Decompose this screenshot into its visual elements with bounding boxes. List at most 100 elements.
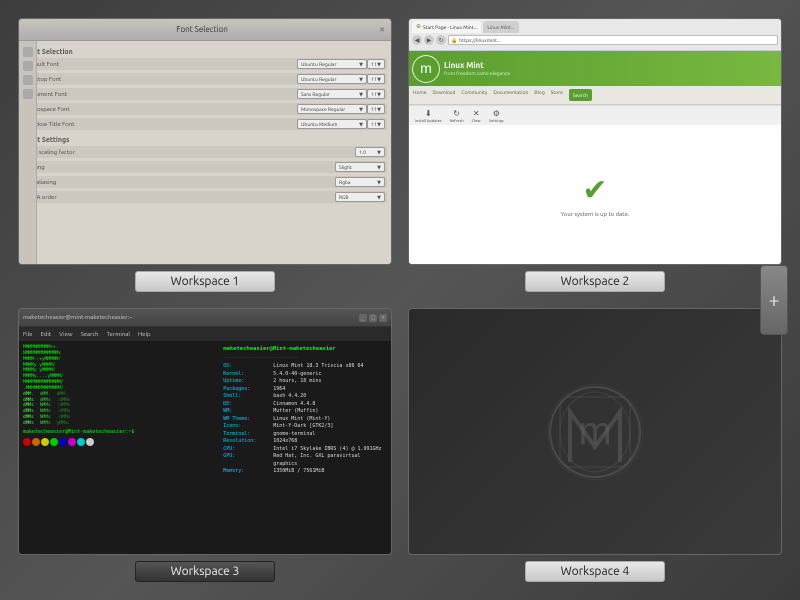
ws2-nav-docs: Documentation [493, 89, 528, 101]
add-workspace-button[interactable]: + [760, 265, 788, 335]
ws2-search-btn: Search [569, 89, 592, 101]
ws1-label-desktop: Desktop Font [25, 76, 297, 83]
ws1-dropdown-rgba: RGB ▼ [335, 192, 385, 202]
ws2-browser-bar: ⊕ Start Page - Linux Mint... Linux Mint.… [409, 19, 781, 51]
ws1-content: Font Selection Default Font Ubuntu Regul… [19, 41, 391, 264]
ws3-info-cpu: CPU: Intel i7 Skylake IBRS (4) @ 1.991GH… [223, 446, 387, 454]
color-dot-cyan [77, 438, 85, 446]
ws1-row-monospace: Monospace Font Monospace Regular ▼ 11 ▼ [23, 103, 387, 115]
ws3-info-os: OS: Linux Mint 18.3 Triscia x86 64 [223, 363, 387, 371]
ws2-update-text: Your system is up to date. [561, 211, 630, 218]
ws1-row-default: Default Font Ubuntu Regular ▼ 11 ▼ [23, 58, 387, 70]
workspace-2-label: Workspace 2 [525, 271, 665, 292]
ws2-mint-header: m Linux Mint from freedom came elegance [409, 51, 781, 86]
ws1-title: Font Selection [25, 25, 379, 34]
ws1-size-desktop: 11 ▼ [367, 74, 385, 84]
ws2-tabs: ⊕ Start Page - Linux Mint... Linux Mint.… [412, 21, 778, 33]
ws3-titlebar: maketecheasier@mint-maketecheasier:~ _ □… [19, 309, 391, 327]
ws3-info-kernel: Kernel: 5.4.0-40-generic [223, 371, 387, 379]
ws1-nav-icon-4 [23, 89, 33, 99]
svg-text:m: m [420, 60, 432, 76]
ws1-label-monospace: Monospace Font [25, 106, 297, 113]
workspace-3-preview: maketecheasier@mint-maketecheasier:~ _ □… [18, 308, 392, 555]
ws2-nav-home: Home [413, 89, 427, 101]
ws1-dropdown-hinting: Slight ▼ [335, 162, 385, 172]
ws3-terminal-body: MMMMMMMMMMs+. NMMMMMMMMMMMMs MMMM-:+yMMM… [19, 341, 391, 554]
ws1-dropdown-default: Ubuntu Regular ▼ [297, 59, 367, 69]
color-dot-white [86, 438, 94, 446]
workspace-3-label: Workspace 3 [135, 561, 275, 582]
ws3-menu-file: File [23, 331, 33, 338]
ws1-section-font-selection: Font Selection [25, 48, 387, 56]
ws2-toolbar-refresh: ↻ Refresh [450, 109, 464, 123]
desktop: Font Selection ✕ Font Selection Default … [0, 0, 800, 600]
ws1-row-desktop: Desktop Font Ubuntu Regular ▼ 11 ▼ [23, 73, 387, 85]
ws3-menu-view: View [59, 331, 72, 338]
ws1-size-window: 11 ▼ [367, 119, 385, 129]
ws1-nav-icon-2 [23, 61, 33, 71]
ws3-info-theme: WM Theme: Linux Mint (Mint-Y) [223, 416, 387, 424]
ws2-checkmark-icon: ✔ [582, 172, 607, 208]
ws2-nav-links: Home Download Community Documentation Bl… [409, 86, 781, 105]
ws2-nav-community: Community [461, 89, 487, 101]
ws3-info-wm: WM: Mutter (Muffin) [223, 408, 387, 416]
ws1-size-default: 11 ▼ [367, 59, 385, 69]
svg-text:m: m [578, 409, 611, 453]
ws1-close: ✕ [379, 26, 385, 34]
color-dot-orange [32, 438, 40, 446]
ws1-nav-icon-3 [23, 75, 33, 85]
workspace-cell-2[interactable]: ⊕ Start Page - Linux Mint... Linux Mint.… [400, 10, 790, 300]
ws2-url-bar: ◀ ▶ ↻ 🔒 https://linuxmint... [412, 33, 778, 48]
workspace-cell-4[interactable]: m Workspace 4 [400, 300, 790, 590]
ws3-info-terminal: Terminal: gnome-terminal [223, 431, 387, 439]
ws1-dropdown-desktop: Ubuntu Regular ▼ [297, 74, 367, 84]
ws1-row-antialiasing: Antialiasing Rgba ▼ [23, 176, 387, 188]
ws1-row-hinting: Hinting Slight ▼ [23, 161, 387, 173]
ws3-titlebar-text: maketecheasier@mint-maketecheasier:~ [23, 314, 132, 321]
workspace-4-preview: m [408, 308, 782, 555]
ws2-toolbar-clear: ✕ Clear [472, 109, 481, 123]
ws1-dropdown-scaling: 1.0 ▼ [355, 147, 385, 157]
ws3-menu-terminal: Terminal [107, 331, 130, 338]
ws3-menu-search: Search [81, 331, 99, 338]
workspace-cell-3[interactable]: maketecheasier@mint-maketecheasier:~ _ □… [10, 300, 400, 590]
ws1-nav-icon-1 [23, 47, 33, 57]
ws1-size-document: 11 ▼ [367, 89, 385, 99]
ws4-mint-logo: m [545, 382, 645, 482]
ws3-info-uptime: Uptime: 2 hours, 18 mins [223, 378, 387, 386]
ws1-dropdown-antialiasing: Rgba ▼ [335, 177, 385, 187]
ws1-titlebar: Font Selection ✕ [19, 19, 391, 41]
workspace-1-label: Workspace 1 [135, 271, 275, 292]
ws1-row-scaling: Font scaling factor 1.0 ▼ [23, 146, 387, 158]
workspace-1-preview: Font Selection ✕ Font Selection Default … [18, 18, 392, 265]
ws2-nav-download: Download [433, 89, 456, 101]
ws3-left-panel: MMMMMMMMMMs+. NMMMMMMMMMMMMs MMMM-:+yMMM… [23, 345, 219, 550]
ws3-info-packages: Packages: 1964 [223, 386, 387, 394]
ws2-update-area: ✔ Your system is up to date. [409, 125, 781, 264]
ws1-row-document: Document Font Sans Regular ▼ 11 ▼ [23, 88, 387, 100]
ws1-label-document: Document Font [25, 91, 297, 98]
ws2-back-btn: ◀ [412, 35, 422, 45]
ws1-size-monospace: 11 ▼ [367, 104, 385, 114]
ws2-mint-title: Linux Mint from freedom came elegance [444, 61, 510, 76]
ws2-toolbar-settings: ⚙ Settings [489, 109, 504, 123]
ws3-maximize-btn: □ [369, 314, 377, 322]
ws3-info-de: DE: Cinnamon 4.4.8 [223, 401, 387, 409]
ws3-info-memory: Memory: 1350MiB / 7561MiB [223, 468, 387, 476]
ws1-row-rgba: RGBA order RGB ▼ [23, 191, 387, 203]
ws3-color-bar [23, 438, 219, 446]
color-dot-red [23, 438, 31, 446]
ws2-url-input: 🔒 https://linuxmint... [448, 35, 778, 45]
ws2-toolbar-install: ⬇ Install Updates [415, 109, 442, 123]
workspace-cell-1[interactable]: Font Selection ✕ Font Selection Default … [10, 10, 400, 300]
ws1-label-antialiasing: Antialiasing [25, 179, 335, 186]
ws2-reload-btn: ↻ [436, 35, 446, 45]
ws1-dropdown-window: Ubuntu Medium ▼ [297, 119, 367, 129]
ws3-info-icons: Icons: Mint-Y-Dark [GTK2/3] [223, 423, 387, 431]
color-dot-blue [59, 438, 67, 446]
workspace-4-label: Workspace 4 [525, 561, 665, 582]
ws3-info-gpu: GPU: Red Hat, Inc. GXL paravirtual graph… [223, 453, 387, 468]
ws1-label-rgba: RGBA order [25, 194, 335, 201]
ws1-label-scaling: Font scaling factor [25, 149, 355, 156]
plus-icon: + [768, 290, 779, 310]
